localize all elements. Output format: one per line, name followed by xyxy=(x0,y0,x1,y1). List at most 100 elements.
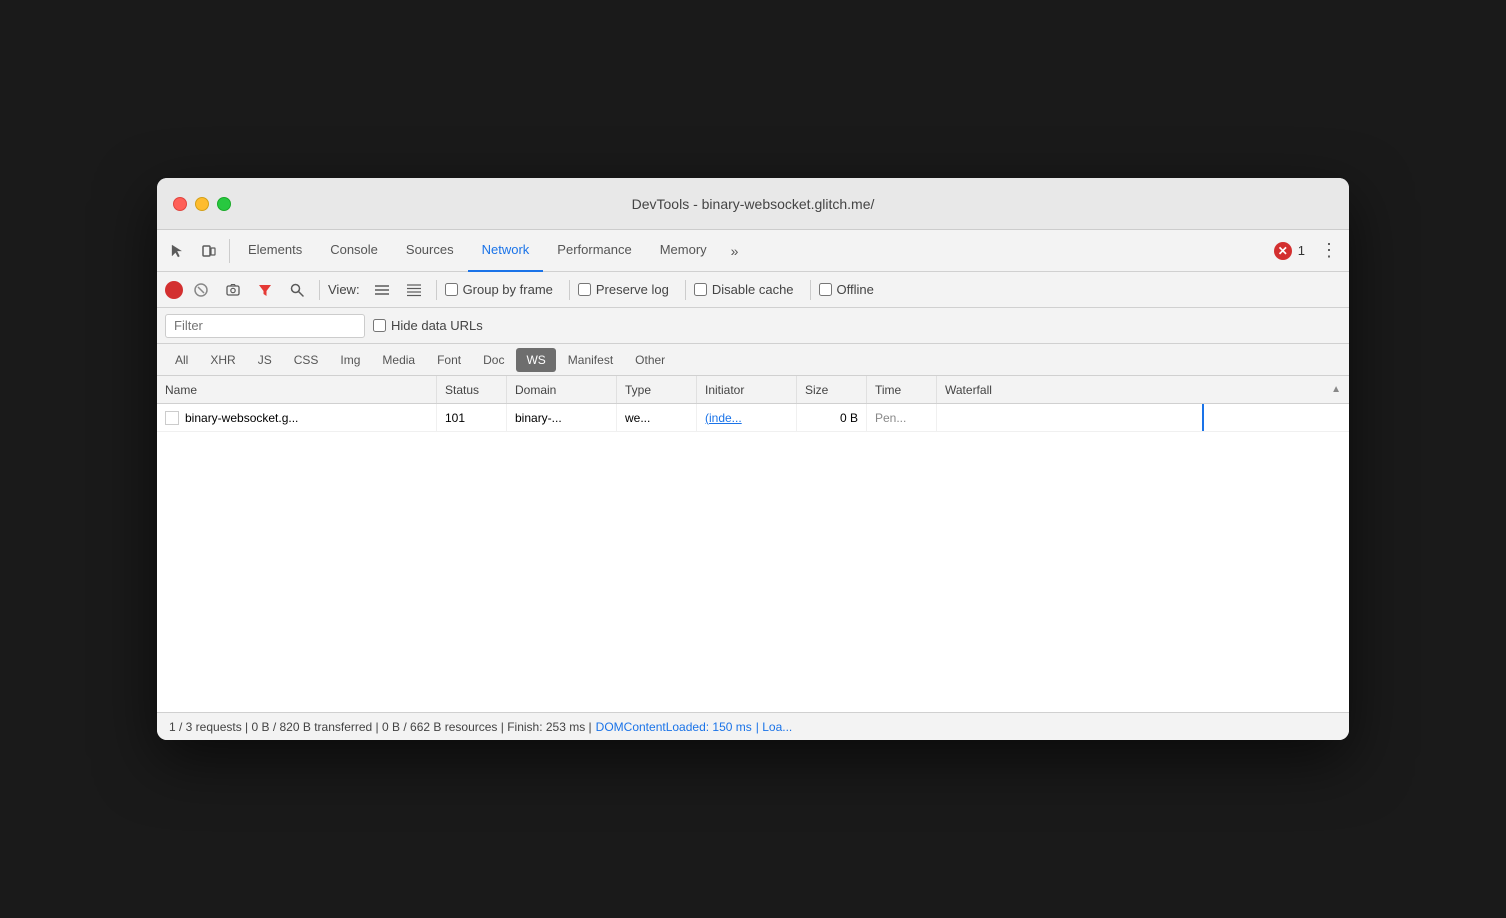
network-table: Name Status Domain Type Initiator Size xyxy=(157,376,1349,712)
filter-js-button[interactable]: JS xyxy=(248,348,282,372)
filter-manifest-button[interactable]: Manifest xyxy=(558,348,623,372)
td-type: we... xyxy=(617,404,697,431)
offline-text: Offline xyxy=(837,282,874,297)
filter-doc-label: Doc xyxy=(483,353,504,367)
tab-sources[interactable]: Sources xyxy=(392,230,468,272)
clear-button[interactable] xyxy=(187,276,215,304)
th-initiator-label: Initiator xyxy=(705,383,744,397)
waterfall-line xyxy=(1202,404,1204,431)
td-domain-value: binary-... xyxy=(515,411,562,425)
devtools-tabs-bar: Elements Console Sources Network Perform… xyxy=(157,230,1349,272)
td-name: binary-websocket.g... xyxy=(157,404,437,431)
group-by-frame-checkbox[interactable] xyxy=(445,283,458,296)
minimize-button[interactable] xyxy=(195,197,209,211)
hide-data-urls-label[interactable]: Hide data URLs xyxy=(373,318,483,333)
list-view-button[interactable] xyxy=(368,276,396,304)
td-initiator: (inde... xyxy=(697,404,797,431)
view-label: View: xyxy=(328,282,360,297)
error-circle-icon: ✕ xyxy=(1274,242,1292,260)
empty-table-area xyxy=(157,432,1349,712)
th-type-label: Type xyxy=(625,383,651,397)
td-type-value: we... xyxy=(625,411,650,425)
disable-cache-label[interactable]: Disable cache xyxy=(694,282,794,297)
error-count: 1 xyxy=(1298,243,1305,258)
filter-other-button[interactable]: Other xyxy=(625,348,675,372)
filter-img-label: Img xyxy=(340,353,360,367)
td-time-value: Pen... xyxy=(875,411,906,425)
tab-memory[interactable]: Memory xyxy=(646,230,721,272)
filter-doc-button[interactable]: Doc xyxy=(473,348,514,372)
th-status[interactable]: Status xyxy=(437,376,507,403)
tab-console[interactable]: Console xyxy=(316,230,392,272)
filter-row: Hide data URLs xyxy=(157,308,1349,344)
th-name-label: Name xyxy=(165,383,197,397)
more-options-button[interactable]: ⋮ xyxy=(1313,235,1345,267)
menu-dots-icon: ⋮ xyxy=(1320,240,1338,261)
tab-performance[interactable]: Performance xyxy=(543,230,645,272)
filter-ws-button[interactable]: WS xyxy=(516,348,555,372)
group-by-frame-label[interactable]: Group by frame xyxy=(445,282,553,297)
inspect-element-icon[interactable] xyxy=(161,235,193,267)
th-time[interactable]: Time xyxy=(867,376,937,403)
toolbar-sep-1 xyxy=(319,280,320,300)
td-waterfall xyxy=(937,404,1349,431)
tab-memory-label: Memory xyxy=(660,242,707,257)
dom-content-loaded-link[interactable]: DOMContentLoaded: 150 ms xyxy=(596,720,752,734)
tab-network-label: Network xyxy=(482,242,530,257)
close-button[interactable] xyxy=(173,197,187,211)
search-button[interactable] xyxy=(283,276,311,304)
filter-all-label: All xyxy=(175,353,188,367)
td-time: Pen... xyxy=(867,404,937,431)
td-name-value: binary-websocket.g... xyxy=(185,411,298,425)
filter-media-button[interactable]: Media xyxy=(372,348,425,372)
table-row[interactable]: binary-websocket.g... 101 binary-... we.… xyxy=(157,404,1349,432)
filter-js-label: JS xyxy=(258,353,272,367)
filter-xhr-label: XHR xyxy=(210,353,235,367)
tab-elements-label: Elements xyxy=(248,242,302,257)
record-button[interactable] xyxy=(165,281,183,299)
th-waterfall[interactable]: Waterfall ▲ xyxy=(937,376,1349,403)
large-rows-button[interactable] xyxy=(400,276,428,304)
tab-console-label: Console xyxy=(330,242,378,257)
device-toolbar-icon[interactable] xyxy=(193,235,225,267)
td-status-value: 101 xyxy=(445,411,465,425)
offline-checkbox[interactable] xyxy=(819,283,832,296)
tab-performance-label: Performance xyxy=(557,242,631,257)
th-size-label: Size xyxy=(805,383,828,397)
hide-data-urls-checkbox[interactable] xyxy=(373,319,386,332)
preserve-log-text: Preserve log xyxy=(596,282,669,297)
row-checkbox[interactable] xyxy=(165,411,179,425)
th-domain[interactable]: Domain xyxy=(507,376,617,403)
filter-other-label: Other xyxy=(635,353,665,367)
maximize-button[interactable] xyxy=(217,197,231,211)
filter-xhr-button[interactable]: XHR xyxy=(200,348,245,372)
th-type[interactable]: Type xyxy=(617,376,697,403)
filter-css-label: CSS xyxy=(294,353,319,367)
type-filter-row: All XHR JS CSS Img Media Font Doc xyxy=(157,344,1349,376)
preserve-log-label[interactable]: Preserve log xyxy=(578,282,669,297)
status-bar: 1 / 3 requests | 0 B / 820 B transferred… xyxy=(157,712,1349,740)
preserve-log-checkbox[interactable] xyxy=(578,283,591,296)
disable-cache-checkbox[interactable] xyxy=(694,283,707,296)
th-initiator[interactable]: Initiator xyxy=(697,376,797,403)
filter-media-label: Media xyxy=(382,353,415,367)
capture-screenshots-button[interactable] xyxy=(219,276,247,304)
filter-css-button[interactable]: CSS xyxy=(284,348,329,372)
tab-network[interactable]: Network xyxy=(468,230,544,272)
filter-img-button[interactable]: Img xyxy=(330,348,370,372)
traffic-lights xyxy=(173,197,231,211)
filter-input[interactable] xyxy=(165,314,365,338)
tab-separator-1 xyxy=(229,239,230,263)
filter-font-button[interactable]: Font xyxy=(427,348,471,372)
tabs-overflow-button[interactable]: » xyxy=(721,230,749,272)
filter-all-button[interactable]: All xyxy=(165,348,198,372)
th-name[interactable]: Name xyxy=(157,376,437,403)
td-initiator-value: (inde... xyxy=(705,411,742,425)
th-size[interactable]: Size xyxy=(797,376,867,403)
tab-elements[interactable]: Elements xyxy=(234,230,316,272)
filter-icon-button[interactable] xyxy=(251,276,279,304)
disable-cache-text: Disable cache xyxy=(712,282,794,297)
offline-label[interactable]: Offline xyxy=(819,282,874,297)
th-waterfall-label: Waterfall xyxy=(945,383,992,397)
filter-ws-label: WS xyxy=(526,353,545,367)
